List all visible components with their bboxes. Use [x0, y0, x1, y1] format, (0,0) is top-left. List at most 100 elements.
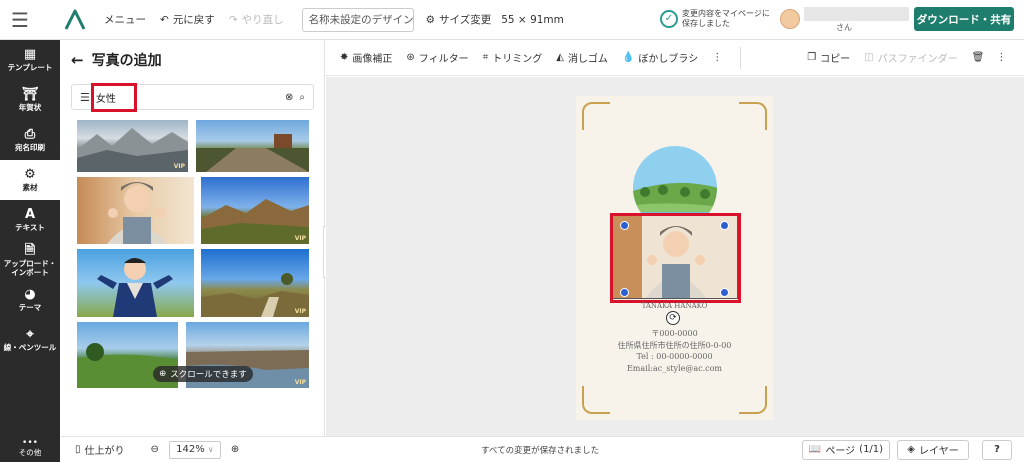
- trim-label: トリミング: [492, 54, 543, 65]
- template-icon: ▦: [23, 47, 37, 62]
- chevron-down-icon: ∨: [207, 445, 214, 454]
- sidebar-item-theme[interactable]: ◕ テーマ: [0, 280, 60, 320]
- redo-icon: ↷: [228, 13, 238, 26]
- help-button[interactable]: ?: [982, 439, 1012, 460]
- more-options-icon[interactable]: ⋮: [712, 52, 722, 63]
- saved-line-1: 変更内容をマイページに: [682, 9, 770, 18]
- left-sidebar: ▦ テンプレート ⛩ 年賀状 ⎙ 宛名印刷 ⚙ 素材 A テキスト 🗎 アップロード・インポ…: [0, 40, 60, 462]
- sidebar-item-newyear[interactable]: ⛩ 年賀状: [0, 80, 60, 120]
- zoom-value: 142%: [176, 444, 205, 455]
- adjust-label: 画像補正: [352, 54, 393, 65]
- eraser-icon: ◭: [556, 52, 564, 63]
- resize-label: サイズ変更: [439, 14, 492, 26]
- pathfinder-button[interactable]: ◫ パスファインダー: [864, 50, 957, 65]
- panel-header: ← 写真の追加: [71, 50, 162, 70]
- filter-list-icon[interactable]: ☰: [80, 91, 90, 104]
- avatar[interactable]: [780, 9, 800, 29]
- menu-button[interactable]: メニュー: [104, 12, 146, 27]
- filter-icon: ⊛: [406, 52, 415, 63]
- user-name-redacted: [804, 7, 909, 21]
- sidebar-item-label: アップロード・インポート: [3, 258, 57, 277]
- photo-panel: ← 写真の追加 ☰ 女性 ⊗ ⌕ VIP VIP VIP VIP ⊕ スクロール…: [61, 40, 325, 436]
- gear-icon: ⚙: [425, 13, 436, 26]
- vip-badge: VIP: [294, 379, 306, 386]
- selection-highlight-box: [610, 213, 741, 303]
- pathfinder-label: パスファインダー: [877, 54, 958, 65]
- menu-label: メニュー: [104, 14, 146, 26]
- sidebar-item-upload[interactable]: 🗎 アップロード・インポート: [0, 240, 60, 280]
- help-icon: ?: [994, 444, 1000, 455]
- redo-button[interactable]: ↷ やり直し: [229, 12, 284, 27]
- filter-label: フィルター: [418, 54, 469, 65]
- ornament-corner: [582, 386, 610, 414]
- user-suffix: さん: [836, 23, 852, 32]
- photo-thumb[interactable]: VIP: [201, 249, 309, 317]
- card-email[interactable]: Email:ac_style@ac.com: [576, 364, 773, 373]
- blur-brush-button[interactable]: 💧 ぼかしブラシ: [622, 50, 698, 65]
- bottom-bar: ▯ 仕上がり ⊖ 142% ∨ ⊕ すべての変更が保存されました 📖 ページ (1/1)…: [61, 436, 1024, 462]
- scroll-hint-label: スクロールできます: [170, 370, 247, 380]
- photo-thumb[interactable]: VIP: [201, 177, 309, 244]
- vip-badge: VIP: [294, 308, 306, 315]
- layer-button[interactable]: ◈ レイヤー: [897, 439, 969, 460]
- palette-icon: ◕: [24, 287, 36, 302]
- business-card[interactable]: TANAKA HANAKO ⟳ 〒000-0000 住所県住所市住所の住所0-0…: [576, 96, 773, 420]
- sidebar-item-address-print[interactable]: ⎙ 宛名印刷: [0, 120, 60, 160]
- filter-button[interactable]: ⊛ フィルター: [406, 50, 468, 65]
- panel-title: 写真の追加: [91, 53, 162, 69]
- rotate-icon[interactable]: ⟳: [666, 311, 680, 325]
- zoom-select[interactable]: 142% ∨: [168, 440, 221, 459]
- design-title-input[interactable]: 名称未設定のデザイン: [301, 7, 414, 32]
- clear-icon[interactable]: ⊗: [285, 92, 293, 103]
- sidebar-item-template[interactable]: ▦ テンプレート: [0, 40, 60, 80]
- pathfinder-icon: ◫: [864, 52, 874, 63]
- sidebar-item-label: 線・ペンツール: [3, 343, 57, 352]
- zoom-out-icon[interactable]: ⊖: [151, 444, 159, 455]
- copy-button[interactable]: ❐ コピー: [807, 50, 850, 65]
- more-options-icon[interactable]: ⋮: [996, 52, 1006, 63]
- photo-thumb[interactable]: [196, 120, 309, 172]
- sidebar-item-label: 年賀状: [18, 103, 42, 112]
- download-share-button[interactable]: ダウンロード・共有: [914, 7, 1014, 31]
- sidebar-item-label: テンプレート: [7, 63, 53, 72]
- footer-save-status: すべての変更が保存されました: [481, 445, 600, 456]
- photo-thumb[interactable]: VIP: [77, 120, 188, 172]
- hamburger-icon[interactable]: ☰: [0, 0, 40, 40]
- undo-label: 元に戻す: [172, 14, 215, 26]
- undo-button[interactable]: ↶ 元に戻す: [160, 12, 215, 27]
- finish-label: 仕上がり: [84, 446, 125, 457]
- app-logo[interactable]: [60, 0, 90, 40]
- sidebar-item-text[interactable]: A テキスト: [0, 200, 60, 240]
- landscape-illustration[interactable]: [625, 144, 725, 224]
- page-button[interactable]: 📖 ページ (1/1): [802, 439, 890, 460]
- search-icon[interactable]: ⌕: [299, 92, 305, 103]
- card-zip[interactable]: 〒000-0000: [576, 328, 773, 339]
- trash-icon[interactable]: 🗑: [972, 52, 985, 63]
- trim-button[interactable]: ⌗ トリミング: [483, 50, 543, 65]
- zoom-in-icon[interactable]: ⊕: [231, 444, 239, 455]
- card-name[interactable]: TANAKA HANAKO: [576, 302, 773, 310]
- sidebar-item-label: 宛名印刷: [15, 143, 45, 152]
- copy-label: コピー: [820, 54, 851, 65]
- document-icon: ▯: [75, 444, 81, 455]
- sidebar-item-pen[interactable]: ⌖ 線・ペンツール: [0, 320, 60, 360]
- card-tel[interactable]: Tel : 00-0000-0000: [576, 352, 773, 361]
- card-address[interactable]: 住所県住所市住所の住所0-0-00: [576, 340, 773, 351]
- text-icon: A: [24, 207, 36, 222]
- sidebar-item-materials[interactable]: ⚙ 素材: [0, 160, 60, 200]
- photo-thumb[interactable]: [77, 177, 194, 244]
- finish-preview-button[interactable]: ▯ 仕上がり: [75, 442, 125, 457]
- sidebar-item-other[interactable]: ••• その他: [0, 439, 60, 458]
- resize-button[interactable]: ⚙ サイズ変更 55 × 91mm: [426, 12, 564, 27]
- photo-thumb[interactable]: [77, 249, 194, 317]
- back-arrow-icon[interactable]: ←: [71, 51, 84, 69]
- image-adjust-button[interactable]: ✸ 画像補正: [340, 50, 392, 65]
- scroll-hint: ⊕ スクロールできます: [153, 366, 253, 382]
- save-status: ✓ 変更内容をマイページに 保存しました: [660, 9, 770, 29]
- eraser-button[interactable]: ◭ 消しゴム: [556, 50, 608, 65]
- sidebar-item-label: テーマ: [18, 303, 42, 312]
- design-canvas[interactable]: TANAKA HANAKO ⟳ 〒000-0000 住所県住所市住所の住所0-0…: [326, 77, 1024, 436]
- ornament-corner: [739, 102, 767, 130]
- printer-icon: ⎙: [24, 127, 36, 142]
- edit-toolbar: ✸ 画像補正 ⊛ フィルター ⌗ トリミング ◭ 消しゴム 💧 ぼかしブラシ ⋮ ❐ コピー…: [326, 40, 1024, 76]
